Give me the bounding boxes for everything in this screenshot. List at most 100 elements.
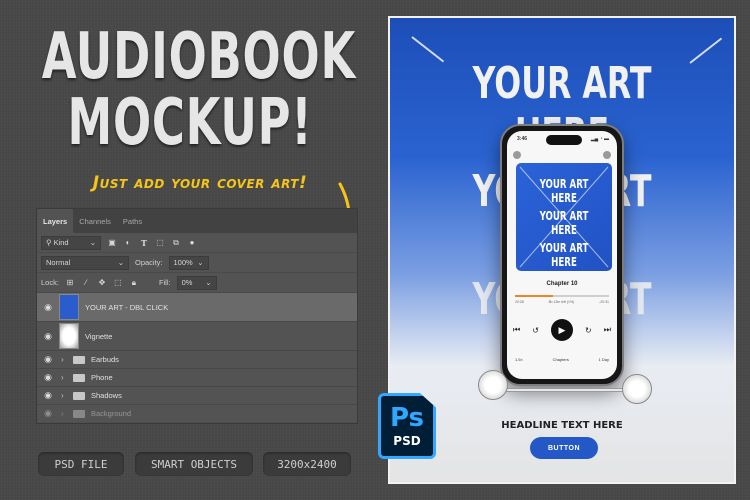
- layer-your-art[interactable]: ◉ YOUR ART - DBL CLICK: [37, 293, 357, 322]
- tab-layers[interactable]: Layers: [37, 209, 74, 233]
- smart-object-thumbnail: [59, 294, 79, 320]
- chevron-down-icon: ⌄: [117, 258, 124, 267]
- kind-filter-label: Kind: [53, 238, 69, 247]
- badge-resolution: 3200x2400: [263, 452, 351, 476]
- left-earbud: [478, 370, 508, 400]
- hero-title-line2: MOCKUP!: [67, 86, 313, 160]
- chevron-down-icon: ⌄: [205, 278, 212, 287]
- layer-group-earbuds[interactable]: ◉ › Earbuds: [37, 351, 357, 369]
- layers-panel: Layers Channels Paths ⚲ Kind ⌄ ▣ ◐ T ⬚ ⧉…: [36, 208, 358, 424]
- lock-row: Lock: ⊞ ∕ ✥ ⬚ 🔒︎ Fill: 0% ⌄: [37, 273, 357, 293]
- chevron-right-icon[interactable]: ›: [61, 391, 69, 400]
- chevron-right-icon[interactable]: ›: [61, 355, 69, 364]
- visibility-eye-icon[interactable]: ◉: [41, 408, 55, 419]
- badge-smart-objects: SMART OBJECTS: [135, 452, 253, 476]
- ps-logo-mark: Ps: [389, 403, 425, 433]
- previous-chapter-icon[interactable]: ⏮: [513, 325, 520, 335]
- cover-text-3: YOUR ART HERE: [539, 241, 589, 269]
- smart-object-filter-icon[interactable]: ⧉: [171, 238, 181, 248]
- decor-line: [689, 37, 723, 64]
- fill-input[interactable]: 0% ⌄: [176, 275, 217, 290]
- image-filter-icon[interactable]: ▣: [107, 238, 117, 248]
- layer-group-background[interactable]: ◉ › Background: [37, 405, 357, 423]
- chevron-right-icon[interactable]: ›: [61, 373, 69, 382]
- next-chapter-icon[interactable]: ⏭: [604, 325, 611, 335]
- status-time: 3:46: [517, 136, 528, 142]
- folder-icon: [73, 373, 85, 382]
- visibility-eye-icon[interactable]: ◉: [41, 302, 55, 313]
- lock-all-icon[interactable]: 🔒︎: [129, 278, 139, 288]
- hero-title-line1: AUDIOBOOK: [41, 20, 357, 94]
- kind-filter-select[interactable]: ⚲ Kind ⌄: [41, 235, 101, 250]
- shape-filter-icon[interactable]: ⬚: [155, 238, 165, 248]
- phone-screen: 3:46 ▂▄ ◔ ▬ YOUR ART HERE YOUR ART HERE …: [507, 131, 617, 379]
- status-icons: ▂▄ ◔ ▬: [590, 136, 609, 142]
- audiobook-cover: YOUR ART HERE YOUR ART HERE YOUR ART HER…: [516, 163, 612, 271]
- folder-icon: [73, 391, 85, 400]
- lock-artboard-icon[interactable]: ⬚: [113, 278, 123, 288]
- poster-cta-button[interactable]: BUTTON: [530, 437, 598, 459]
- fill-label: Fill:: [158, 278, 171, 287]
- time-remaining: -20:31: [599, 300, 609, 304]
- badge-psd-file: PSD FILE: [38, 452, 124, 476]
- tab-paths[interactable]: Paths: [117, 209, 148, 233]
- lock-pixels-icon[interactable]: ∕: [81, 278, 91, 288]
- chevron-down-icon: ⌄: [197, 258, 204, 267]
- collapse-icon[interactable]: [513, 151, 521, 159]
- lock-transparent-icon[interactable]: ⊞: [65, 278, 75, 288]
- speed-button[interactable]: 1.5×: [515, 357, 523, 362]
- visibility-eye-icon[interactable]: ◉: [41, 390, 55, 401]
- visibility-eye-icon[interactable]: ◉: [41, 331, 55, 342]
- time-elapsed: 20:28: [515, 300, 524, 304]
- visibility-eye-icon[interactable]: ◉: [41, 354, 55, 365]
- cover-text-1: YOUR ART HERE: [539, 177, 589, 205]
- skip-back-icon[interactable]: ↺: [532, 326, 539, 335]
- layer-name: Earbuds: [91, 355, 119, 364]
- poster-preview: YOUR ART HERE YOUR ART HERE YOUR ART HER…: [388, 16, 736, 484]
- skip-forward-icon[interactable]: ↻: [585, 326, 592, 335]
- lock-position-icon[interactable]: ✥: [97, 278, 107, 288]
- lock-label: Lock:: [41, 278, 59, 287]
- phone-mockup: 3:46 ▂▄ ◔ ▬ YOUR ART HERE YOUR ART HERE …: [500, 124, 624, 386]
- play-icon: ▶: [558, 324, 566, 335]
- adjustment-filter-icon[interactable]: ◐: [123, 238, 133, 248]
- playback-controls: ⏮ ↺ ▶ ↻ ⏭: [513, 319, 611, 341]
- chapter-title: Chapter 10: [546, 281, 578, 287]
- player-bottom-bar: 1.5× Chapters 1 Day: [515, 357, 609, 362]
- filter-row: ⚲ Kind ⌄ ▣ ◐ T ⬚ ⧉ ●: [37, 233, 357, 253]
- photoshop-logo: Ps PSD: [378, 393, 436, 459]
- panel-tabs: Layers Channels Paths: [37, 209, 357, 233]
- ps-logo-label: PSD: [393, 434, 421, 448]
- sleep-timer-button[interactable]: 1 Day: [599, 357, 609, 362]
- type-filter-icon[interactable]: T: [139, 238, 149, 248]
- filter-toggle-icon[interactable]: ●: [187, 238, 197, 248]
- opacity-value: 100%: [173, 258, 193, 267]
- right-earbud: [622, 374, 652, 404]
- time-left: 8h 13m left (1%): [548, 300, 575, 304]
- layer-name: Shadows: [91, 391, 122, 400]
- blend-mode-select[interactable]: Normal ⌄: [41, 255, 129, 270]
- chapters-button[interactable]: Chapters: [553, 357, 569, 362]
- chevron-right-icon[interactable]: ›: [61, 409, 69, 418]
- play-button[interactable]: ▶: [551, 319, 573, 341]
- tab-channels[interactable]: Channels: [73, 209, 117, 233]
- layer-vignette[interactable]: ◉ Vignette: [37, 322, 357, 351]
- playback-progress[interactable]: [515, 295, 609, 297]
- dynamic-island: [546, 135, 582, 145]
- cover-text-2: YOUR ART HERE: [539, 209, 589, 237]
- opacity-input[interactable]: 100% ⌄: [168, 255, 209, 270]
- visibility-eye-icon[interactable]: ◉: [41, 372, 55, 383]
- layer-name: Background: [91, 409, 132, 418]
- blend-row: Normal ⌄ Opacity: 100% ⌄: [37, 253, 357, 273]
- layer-thumbnail: [59, 323, 79, 349]
- opacity-label: Opacity:: [135, 258, 163, 267]
- folder-icon: [73, 409, 85, 418]
- layer-group-shadows[interactable]: ◉ › Shadows: [37, 387, 357, 405]
- more-icon[interactable]: [603, 151, 611, 159]
- layer-name: Vignette: [85, 331, 113, 341]
- search-icon: ⚲: [46, 238, 52, 247]
- layer-group-phone[interactable]: ◉ › Phone: [37, 369, 357, 387]
- earbud-cord: [488, 388, 628, 392]
- progress-fill: [515, 295, 553, 297]
- blend-mode-value: Normal: [46, 258, 71, 267]
